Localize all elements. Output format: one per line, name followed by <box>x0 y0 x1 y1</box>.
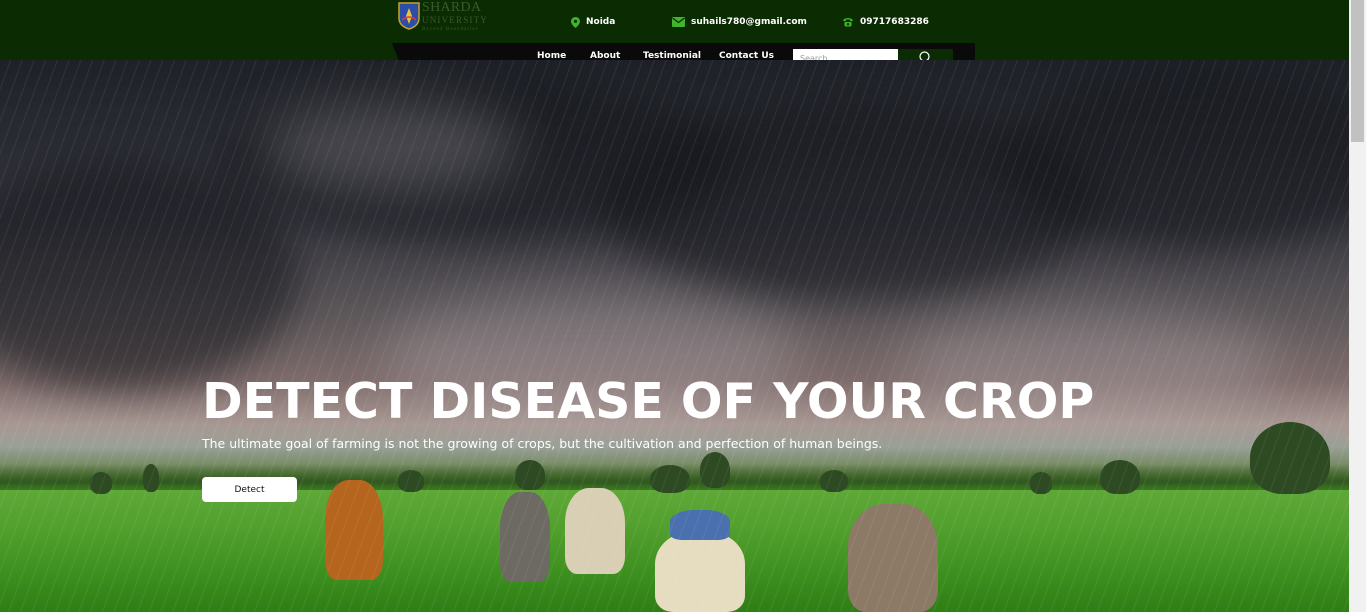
shield-logo-icon <box>398 2 420 30</box>
logo-tagline: Beyond Boundaries <box>422 27 479 32</box>
hero-title: DETECT DISEASE OF YOUR CROP <box>202 373 1095 430</box>
contact-email[interactable]: suhails780@gmail.com <box>672 15 807 29</box>
university-logo[interactable]: SHARDA UNIVERSITY Beyond Boundaries <box>398 0 490 32</box>
contact-phone[interactable]: 09717683286 <box>842 15 929 29</box>
scrollbar-thumb[interactable] <box>1351 0 1364 142</box>
logo-wordmark: SHARDA UNIVERSITY <box>422 0 488 26</box>
map-pin-icon <box>571 16 580 28</box>
hero-subtitle: The ultimate goal of farming is not the … <box>202 436 883 451</box>
phone-icon <box>843 18 853 27</box>
hero-banner <box>0 60 1349 612</box>
envelope-icon <box>672 17 685 27</box>
detect-button[interactable]: Detect <box>202 477 297 502</box>
contact-location: Noida <box>571 15 615 29</box>
